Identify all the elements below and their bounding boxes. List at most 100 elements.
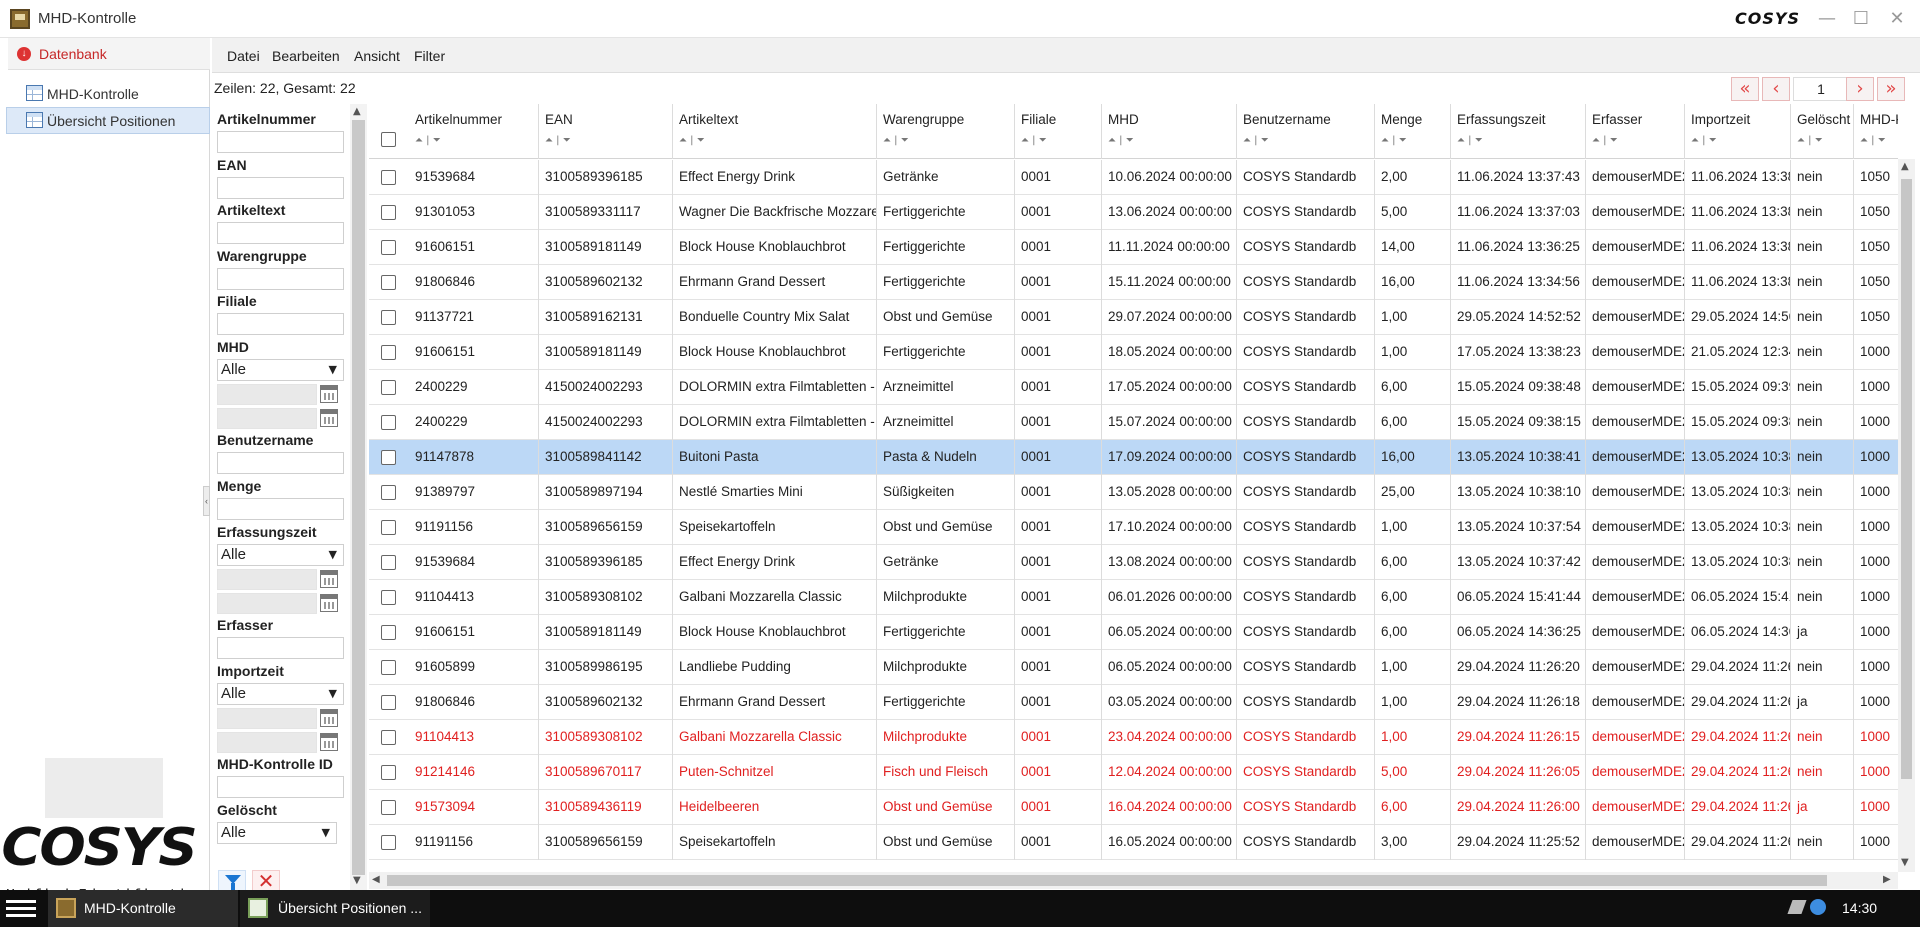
scroll-up-icon[interactable]: ▲ — [353, 106, 361, 117]
sort-icon[interactable]: ⏶ | ⏷ — [1691, 135, 1717, 146]
column-header[interactable]: MHD ⏶ | ⏷ — [1102, 104, 1237, 159]
calendar-icon[interactable] — [320, 570, 338, 588]
ean-filter-input[interactable] — [217, 177, 344, 199]
calendar-icon[interactable] — [320, 385, 338, 403]
apply-filter-button[interactable] — [218, 870, 246, 890]
column-header[interactable]: Erfassungszeit ⏶ | ⏷ — [1451, 104, 1586, 159]
row-checkbox[interactable] — [381, 380, 396, 395]
previous-page-button[interactable]: ‹ — [1762, 77, 1790, 101]
geloescht-filter-select[interactable]: Alle ▼ — [217, 822, 337, 844]
row-checkbox[interactable] — [381, 415, 396, 430]
sort-icon[interactable]: ⏶ | ⏷ — [1021, 135, 1047, 146]
warengruppe-filter-input[interactable] — [217, 268, 344, 290]
table-row[interactable]: 91301053 3100589331117 Wagner Die Backfris… — [369, 195, 1898, 230]
sort-icon[interactable]: ⏶ | ⏷ — [1592, 135, 1618, 146]
row-checkbox[interactable] — [381, 765, 396, 780]
table-row[interactable]: 91573094 3100589436119 Heidelbeeren Obst un… — [369, 790, 1898, 825]
sort-icon[interactable]: ⏶ | ⏷ — [1243, 135, 1269, 146]
last-page-button[interactable]: » — [1877, 77, 1905, 101]
network-icon[interactable] — [1787, 900, 1807, 914]
sort-icon[interactable]: ⏶ | ⏷ — [679, 135, 705, 146]
scrollbar-thumb[interactable] — [387, 875, 1827, 886]
select-all-checkbox[interactable] — [381, 132, 396, 147]
artikelnummer-filter-input[interactable] — [217, 131, 344, 153]
row-checkbox[interactable] — [381, 275, 396, 290]
table-row[interactable]: 91137721 3100589162131 Bonduelle Country M… — [369, 300, 1898, 335]
minimize-button[interactable]: — — [1812, 6, 1842, 32]
row-checkbox[interactable] — [381, 205, 396, 220]
panel-collapse-handle[interactable]: ‹ — [203, 486, 210, 516]
row-checkbox[interactable] — [381, 730, 396, 745]
erfasser-filter-input[interactable] — [217, 637, 344, 659]
table-row[interactable]: 91606151 3100589181149 Block House Knoblau… — [369, 335, 1898, 370]
sort-icon[interactable]: ⏶ | ⏷ — [1108, 135, 1134, 146]
database-header[interactable]: ↓ Datenbank — [8, 38, 210, 70]
scroll-up-icon[interactable]: ▲ — [1901, 161, 1909, 172]
task-mhd-kontrolle[interactable]: MHD-Kontrolle — [48, 890, 238, 927]
row-checkbox[interactable] — [381, 800, 396, 815]
sort-icon[interactable]: ⏶ | ⏷ — [545, 135, 571, 146]
calendar-icon[interactable] — [320, 409, 338, 427]
row-checkbox[interactable] — [381, 450, 396, 465]
column-header[interactable]: Erfasser ⏶ | ⏷ — [1586, 104, 1685, 159]
column-header[interactable]: Gelöscht ⏶ | ⏷ — [1791, 104, 1854, 159]
row-checkbox[interactable] — [381, 660, 396, 675]
scroll-right-icon[interactable]: ▶ — [1883, 874, 1891, 885]
row-checkbox[interactable] — [381, 345, 396, 360]
menu-ansicht[interactable]: Ansicht — [354, 48, 400, 64]
table-row[interactable]: 91104413 3100589308102 Galbani Mozzarella … — [369, 580, 1898, 615]
close-button[interactable]: ✕ — [1882, 6, 1912, 32]
scroll-down-icon[interactable]: ▼ — [353, 875, 361, 886]
filter-scrollbar[interactable]: ▲ ▼ — [350, 104, 367, 890]
column-header[interactable]: Filiale ⏶ | ⏷ — [1015, 104, 1102, 159]
next-page-button[interactable]: › — [1846, 77, 1874, 101]
table-row[interactable]: 2400229 4150024002293 DOLORMIN extra Filmt… — [369, 370, 1898, 405]
table-row[interactable]: 91606151 3100589181149 Block House Knoblau… — [369, 615, 1898, 650]
row-checkbox[interactable] — [381, 310, 396, 325]
sort-icon[interactable]: ⏶ | ⏷ — [1860, 135, 1886, 146]
erfassungszeit-to-date[interactable] — [217, 593, 317, 614]
table-row[interactable]: 91147878 3100589841142 Buitoni Pasta Pasta … — [369, 440, 1898, 475]
menge-filter-input[interactable] — [217, 498, 344, 520]
table-row[interactable]: 91104413 3100589308102 Galbani Mozzarella … — [369, 720, 1898, 755]
menu-filter[interactable]: Filter — [414, 48, 445, 64]
column-header[interactable]: Artikelnummer ⏶ | ⏷ — [409, 104, 539, 159]
row-checkbox[interactable] — [381, 520, 396, 535]
table-row[interactable]: 91539684 3100589396185 Effect Energy Drink… — [369, 545, 1898, 580]
page-number-input[interactable]: 1 — [1793, 77, 1849, 101]
table-row[interactable]: 91605899 3100589986195 Landliebe Pudding Mi… — [369, 650, 1898, 685]
row-checkbox[interactable] — [381, 555, 396, 570]
importzeit-filter-select[interactable]: Alle ▼ — [217, 683, 344, 705]
clear-filter-button[interactable]: ✕ — [252, 870, 280, 890]
sort-icon[interactable]: ⏶ | ⏷ — [1381, 135, 1407, 146]
mhd-kontrolle-id-filter-input[interactable] — [217, 776, 344, 798]
erfassungszeit-from-date[interactable] — [217, 569, 317, 590]
artikeltext-filter-input[interactable] — [217, 222, 344, 244]
column-header[interactable]: Artikeltext ⏶ | ⏷ — [673, 104, 877, 159]
sort-icon[interactable]: ⏶ | ⏷ — [1797, 135, 1823, 146]
row-checkbox[interactable] — [381, 625, 396, 640]
column-header[interactable]: MHD-K ⏶ | ⏷ — [1854, 104, 1898, 159]
row-checkbox[interactable] — [381, 695, 396, 710]
table-row[interactable]: 91606151 3100589181149 Block House Knoblau… — [369, 230, 1898, 265]
scroll-down-icon[interactable]: ▼ — [1901, 857, 1909, 868]
calendar-icon[interactable] — [320, 594, 338, 612]
importzeit-to-date[interactable] — [217, 732, 317, 753]
globe-icon[interactable] — [1810, 899, 1826, 915]
table-row[interactable]: 91214146 3100589670117 Puten-Schnitzel Fisc… — [369, 755, 1898, 790]
system-tray[interactable] — [1787, 898, 1830, 918]
mhd-filter-select[interactable]: Alle ▼ — [217, 359, 344, 381]
erfassungszeit-filter-select[interactable]: Alle ▼ — [217, 544, 344, 566]
first-page-button[interactable]: « — [1731, 77, 1759, 101]
maximize-button[interactable]: ☐ — [1846, 6, 1876, 32]
row-checkbox[interactable] — [381, 485, 396, 500]
table-row[interactable]: 91539684 3100589396185 Effect Energy Drink… — [369, 160, 1898, 195]
start-menu-icon[interactable] — [6, 897, 36, 921]
table-row[interactable]: 91806846 3100589602132 Ehrmann Grand Desse… — [369, 685, 1898, 720]
sort-icon[interactable]: ⏶ | ⏷ — [415, 135, 441, 146]
grid-vertical-scrollbar[interactable]: ▲ ▼ — [1898, 159, 1915, 872]
table-row[interactable]: 91191156 3100589656159 Speisekartoffeln Obs… — [369, 825, 1898, 860]
tree-item-mhd-kontrolle[interactable]: MHD-Kontrolle — [6, 80, 210, 107]
table-row[interactable]: 91389797 3100589897194 Nestlé Smarties Min… — [369, 475, 1898, 510]
row-checkbox[interactable] — [381, 240, 396, 255]
